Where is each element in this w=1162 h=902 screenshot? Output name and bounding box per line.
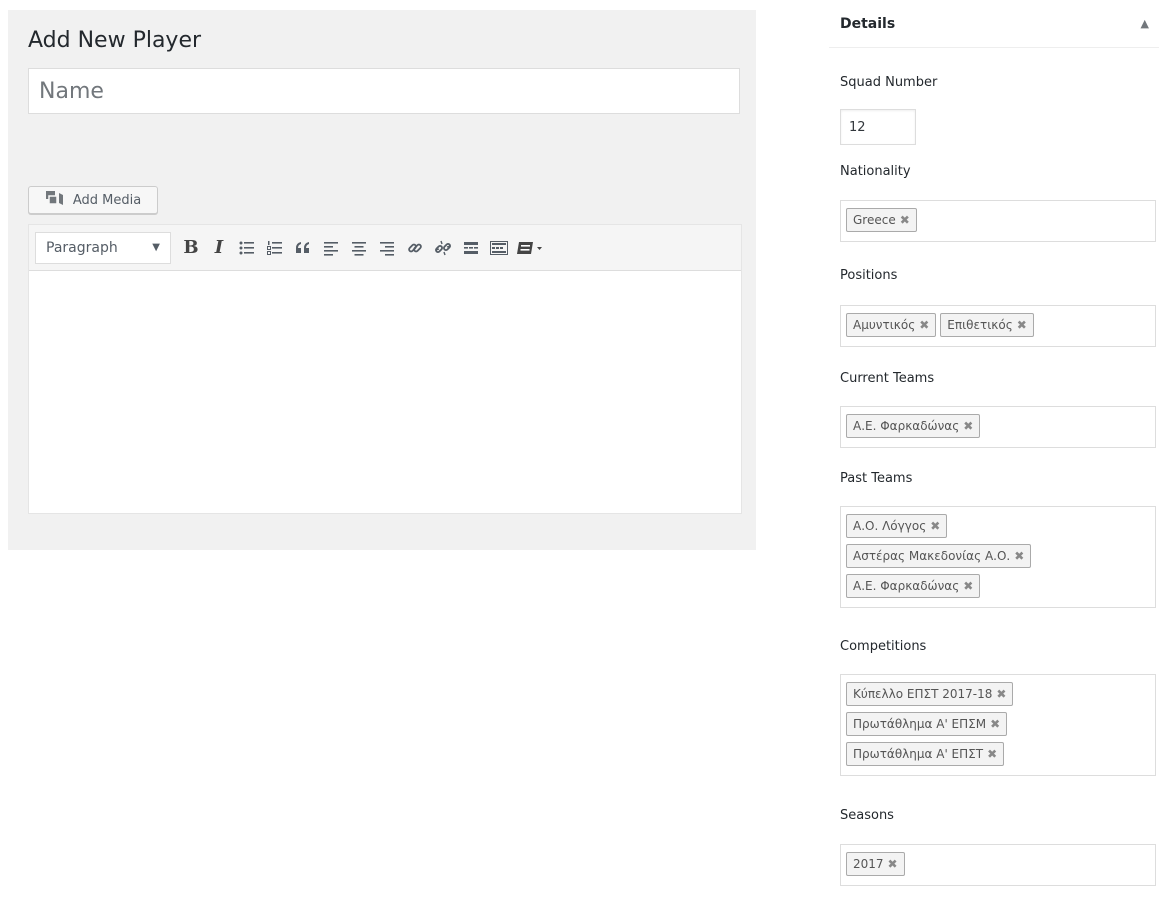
bullet-list-icon <box>239 241 254 254</box>
editor-content-area[interactable] <box>29 271 741 513</box>
toolbar-toggle-button[interactable] <box>485 233 513 263</box>
unlink-button[interactable] <box>429 233 457 263</box>
positions-label: Positions <box>840 268 898 283</box>
competitions-tags[interactable]: Κύπελλο ΕΠΣΤ 2017-18 ✖ Πρωτάθλημα Α' ΕΠΣΜ ✖… <box>840 674 1156 776</box>
numbered-list-button[interactable] <box>261 233 289 263</box>
shortcode-button[interactable] <box>513 233 547 263</box>
details-title: Details <box>840 15 896 32</box>
remove-tag-icon[interactable]: ✖ <box>990 716 1000 732</box>
tag-row: Α.Ε. Φαρκαδώνας ✖ <box>846 574 1150 604</box>
tag-label: Α.Ο. Λόγγος <box>853 519 927 533</box>
tag-label: Κύπελλο ΕΠΣΤ 2017-18 <box>853 687 993 701</box>
numbered-list-icon <box>267 240 282 255</box>
remove-tag-icon[interactable]: ✖ <box>1014 548 1024 564</box>
shortcode-icon <box>517 241 542 254</box>
toolbar-toggle-icon <box>490 240 508 255</box>
align-right-icon <box>380 241 394 256</box>
link-button[interactable] <box>401 233 429 263</box>
add-media-button[interactable]: Add Media <box>28 186 158 214</box>
seasons-tags[interactable]: 2017 ✖ <box>840 844 1156 886</box>
page-title: Add New Player <box>28 28 202 53</box>
align-center-button[interactable] <box>345 233 373 263</box>
past-teams-label: Past Teams <box>840 471 913 486</box>
bold-button[interactable]: B <box>177 233 205 263</box>
tag-row: Α.Ο. Λόγγος ✖ <box>846 514 1150 544</box>
tag-row: Κύπελλο ΕΠΣΤ 2017-18 ✖ <box>846 682 1150 712</box>
tag-chip: Κύπελλο ΕΠΣΤ 2017-18 ✖ <box>846 682 1014 706</box>
tag-label: Α.Ε. Φαρκαδώνας <box>853 579 960 593</box>
blockquote-icon <box>296 241 309 253</box>
tag-chip: Αμυντικός ✖ <box>846 313 937 337</box>
squad-number-label: Squad Number <box>840 75 938 90</box>
format-select[interactable]: Paragraph ▼ <box>35 231 171 264</box>
tag-row: Πρωτάθλημα Α' ΕΠΣΤ ✖ <box>846 742 1150 772</box>
squad-number-input[interactable] <box>840 109 916 145</box>
post-editor-panel: Add New Player Add Media Paragraph ▼ B I <box>8 10 756 550</box>
positions-tags[interactable]: Αμυντικός ✖ Επιθετικός ✖ <box>840 305 1156 347</box>
competitions-label: Competitions <box>840 639 927 654</box>
align-right-button[interactable] <box>373 233 401 263</box>
italic-button[interactable]: I <box>205 233 233 263</box>
past-teams-tags[interactable]: Α.Ο. Λόγγος ✖ Αστέρας Μακεδονίας Α.Ο. ✖ Α.Ε.… <box>840 506 1156 608</box>
remove-tag-icon[interactable]: ✖ <box>963 578 973 594</box>
tag-chip: Α.Ε. Φαρκαδώνας ✖ <box>846 574 981 598</box>
bold-icon: B <box>183 237 199 258</box>
remove-tag-icon[interactable]: ✖ <box>996 686 1006 702</box>
tag-label: 2017 <box>853 857 884 871</box>
remove-tag-icon[interactable]: ✖ <box>930 518 940 534</box>
tag-chip: Αστέρας Μακεδονίας Α.Ο. ✖ <box>846 544 1032 568</box>
tag-label: Α.Ε. Φαρκαδώνας <box>853 419 960 433</box>
editor-toolbar: Paragraph ▼ B I <box>29 225 741 271</box>
tag-chip: Α.Ο. Λόγγος ✖ <box>846 514 948 538</box>
align-left-icon <box>324 241 338 256</box>
media-icon <box>45 190 67 210</box>
content-editor: Paragraph ▼ B I <box>28 224 742 514</box>
tag-chip: 2017 ✖ <box>846 852 905 876</box>
remove-tag-icon[interactable]: ✖ <box>888 856 898 872</box>
nationality-tags[interactable]: Greece ✖ <box>840 200 1156 242</box>
remove-tag-icon[interactable]: ✖ <box>987 746 997 762</box>
details-metabox: Details ▲ Squad Number Nationality Greec… <box>829 0 1159 902</box>
seasons-label: Seasons <box>840 808 894 823</box>
blockquote-button[interactable] <box>289 233 317 263</box>
collapse-arrow-icon[interactable]: ▲ <box>1137 13 1153 34</box>
format-select-value: Paragraph <box>46 239 118 256</box>
read-more-icon <box>464 241 478 254</box>
tag-chip: Επιθετικός ✖ <box>940 313 1034 337</box>
remove-tag-icon[interactable]: ✖ <box>1017 317 1027 333</box>
bullet-list-button[interactable] <box>233 233 261 263</box>
italic-icon: I <box>214 237 224 258</box>
tag-chip: Greece ✖ <box>846 208 917 232</box>
tag-label: Αστέρας Μακεδονίας Α.Ο. <box>853 549 1011 563</box>
add-media-label: Add Media <box>72 192 142 208</box>
tag-chip: Πρωτάθλημα Α' ΕΠΣΜ ✖ <box>846 712 1008 736</box>
align-left-button[interactable] <box>317 233 345 263</box>
remove-tag-icon[interactable]: ✖ <box>919 317 929 333</box>
tag-chip: Α.Ε. Φαρκαδώνας ✖ <box>846 414 981 438</box>
link-icon <box>408 243 422 252</box>
nationality-label: Nationality <box>840 164 911 179</box>
unlink-icon <box>435 240 451 255</box>
current-teams-label: Current Teams <box>840 371 935 386</box>
remove-tag-icon[interactable]: ✖ <box>963 418 973 434</box>
details-header[interactable]: Details ▲ <box>829 0 1159 48</box>
tag-row: Πρωτάθλημα Α' ΕΠΣΜ ✖ <box>846 712 1150 742</box>
remove-tag-icon[interactable]: ✖ <box>900 212 910 228</box>
tag-label: Πρωτάθλημα Α' ΕΠΣΤ <box>853 747 984 761</box>
current-teams-tags[interactable]: Α.Ε. Φαρκαδώνας ✖ <box>840 406 1156 448</box>
tag-row: Αστέρας Μακεδονίας Α.Ο. ✖ <box>846 544 1150 574</box>
tag-chip: Πρωτάθλημα Α' ΕΠΣΤ ✖ <box>846 742 1005 766</box>
chevron-down-icon: ▼ <box>152 242 160 253</box>
read-more-button[interactable] <box>457 233 485 263</box>
tag-label: Πρωτάθλημα Α' ΕΠΣΜ <box>853 717 987 731</box>
align-center-icon <box>352 241 366 256</box>
player-name-input[interactable] <box>28 68 740 114</box>
tag-label: Αμυντικός <box>853 318 916 332</box>
tag-label: Greece <box>853 213 896 227</box>
tag-label: Επιθετικός <box>947 318 1013 332</box>
